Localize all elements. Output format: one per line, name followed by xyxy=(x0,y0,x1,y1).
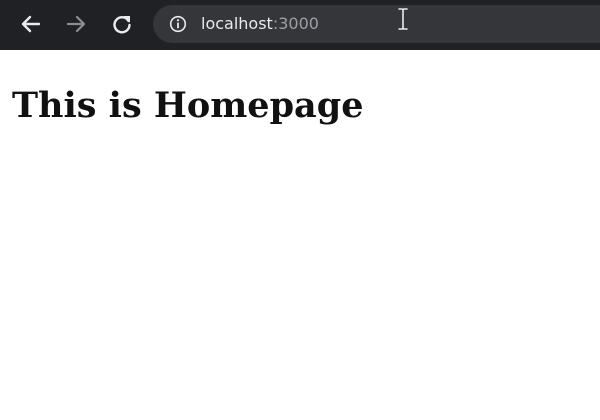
page-content: This is Homepage xyxy=(0,50,600,420)
info-icon[interactable] xyxy=(169,15,187,33)
reload-button[interactable] xyxy=(107,10,137,38)
back-button[interactable] xyxy=(16,10,46,38)
address-bar[interactable]: localhost:3000 xyxy=(153,5,600,43)
url-port: :3000 xyxy=(272,14,319,33)
back-arrow-icon xyxy=(20,13,42,35)
url-text[interactable]: localhost:3000 xyxy=(201,13,319,35)
browser-toolbar: localhost:3000 xyxy=(0,0,600,50)
reload-icon xyxy=(111,13,133,35)
text-cursor-icon xyxy=(396,6,410,32)
forward-button[interactable] xyxy=(61,10,91,38)
url-host: localhost xyxy=(201,14,273,33)
page-heading: This is Homepage xyxy=(12,85,364,126)
forward-arrow-icon xyxy=(65,13,87,35)
